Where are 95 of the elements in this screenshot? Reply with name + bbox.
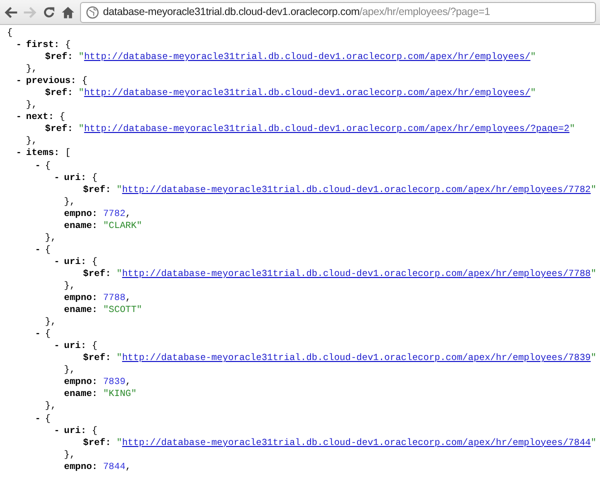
bracket: { — [92, 340, 98, 352]
string-value: "SCOTT" — [103, 304, 142, 316]
number-value: 7788 — [103, 292, 126, 304]
bracket: }, — [64, 364, 76, 376]
quote-mark: " — [116, 436, 122, 448]
json-key: $ref: — [83, 352, 111, 364]
bracket: }, — [64, 196, 76, 207]
url-link[interactable]: http://database-meyoracle31trial.db.cloud-dev1.oraclecorp.com/apex/hr/employees/7782 — [122, 184, 591, 195]
bracket: { — [7, 27, 13, 38]
json-key: empno: — [64, 376, 98, 388]
bracket: { — [82, 75, 88, 86]
json-key: items: — [26, 147, 60, 158]
back-arrow-icon[interactable] — [4, 6, 18, 18]
comma: , — [125, 208, 131, 219]
json-key: $ref: — [83, 184, 111, 195]
collapse-toggle[interactable]: - — [16, 75, 26, 88]
json-key: $ref: — [45, 123, 73, 134]
collapse-toggle[interactable]: - — [16, 39, 26, 52]
url-path: /apex/hr/employees/?page=1 — [360, 6, 490, 18]
url-link[interactable]: http://database-meyoracle31trial.db.cloud-dev1.oraclecorp.com/apex/hr/employees/ — [84, 51, 530, 62]
number-value: 7782 — [103, 208, 126, 219]
json-key: $ref: — [83, 436, 111, 448]
address-bar[interactable]: database-meyoracle31trial.db.cloud-dev1.oraclecorp.com/apex/hr/employees/?page=1 — [80, 2, 596, 22]
collapse-toggle[interactable]: - — [35, 160, 45, 172]
collapse-toggle[interactable]: - — [54, 340, 64, 352]
quote-mark: " — [590, 436, 596, 448]
url-link[interactable]: http://database-meyoracle31trial.db.cloud-dev1.oraclecorp.com/apex/hr/employees/7844 — [122, 436, 591, 448]
collapse-toggle[interactable]: - — [16, 147, 26, 160]
json-key: $ref: — [83, 268, 111, 279]
collapse-toggle[interactable]: - — [54, 424, 64, 437]
url-host: database-meyoracle31trial.db.cloud-dev1.oraclecorp.com — [103, 6, 360, 18]
string-value: "KING" — [103, 388, 137, 400]
url-link[interactable]: http://database-meyoracle31trial.db.cloud-dev1.oraclecorp.com/apex/hr/employees/7839 — [122, 352, 591, 364]
bracket: { — [92, 424, 98, 436]
json-key: next: — [26, 111, 54, 122]
url-link[interactable]: http://database-meyoracle31trial.db.cloud-dev1.oraclecorp.com/apex/hr/employees/7788 — [122, 268, 591, 279]
bracket: }, — [26, 99, 38, 110]
comma: , — [125, 292, 131, 304]
bracket: [ — [65, 147, 71, 158]
bracket: }, — [64, 448, 76, 460]
json-key: ename: — [64, 388, 98, 400]
comma: , — [125, 460, 131, 472]
json-key: previous: — [26, 75, 76, 86]
collapse-toggle[interactable]: - — [35, 328, 45, 340]
bracket: { — [45, 328, 51, 340]
home-icon[interactable] — [61, 6, 75, 18]
reload-icon[interactable] — [42, 6, 56, 18]
quote-mark: " — [116, 352, 122, 364]
json-key: $ref: — [45, 51, 73, 62]
quote-mark: " — [530, 51, 536, 62]
json-key: uri: — [64, 256, 86, 267]
json-key: uri: — [64, 340, 86, 352]
json-key: uri: — [64, 172, 86, 183]
url-link[interactable]: http://database-meyoracle31trial.db.cloud-dev1.oraclecorp.com/apex/hr/employees/ — [84, 87, 530, 98]
json-key: empno: — [64, 292, 98, 304]
json-key: empno: — [64, 208, 98, 219]
string-value: "CLARK" — [103, 220, 142, 231]
collapse-toggle[interactable]: - — [54, 172, 64, 184]
quote-mark: " — [530, 87, 536, 98]
collapse-toggle[interactable]: - — [16, 111, 26, 124]
json-key: $ref: — [45, 87, 73, 98]
quote-mark: " — [590, 268, 596, 279]
json-key: uri: — [64, 424, 86, 436]
quote-mark: " — [116, 184, 122, 195]
quote-mark: " — [590, 352, 596, 364]
bracket: }, — [26, 63, 38, 74]
json-key: ename: — [64, 304, 98, 316]
bracket: }, — [64, 280, 76, 291]
quote-mark: " — [590, 184, 596, 195]
quote-mark: " — [78, 51, 84, 62]
number-value: 7839 — [103, 376, 126, 388]
bracket: { — [92, 172, 98, 183]
quote-mark: " — [116, 268, 122, 279]
number-value: 7844 — [103, 460, 126, 472]
bracket: { — [60, 111, 66, 122]
comma: , — [125, 376, 131, 388]
json-key: first: — [26, 39, 60, 50]
bracket: { — [92, 256, 98, 267]
collapse-toggle[interactable]: - — [35, 412, 45, 425]
bracket: { — [45, 244, 51, 255]
collapse-toggle[interactable]: - — [54, 256, 64, 268]
bracket: }, — [45, 232, 56, 243]
bracket: { — [65, 39, 71, 50]
url-link[interactable]: http://database-meyoracle31trial.db.cloud-dev1.oraclecorp.com/apex/hr/employees/?page=2 — [84, 123, 570, 134]
bracket: { — [45, 412, 51, 424]
bracket: { — [45, 160, 51, 171]
bracket: }, — [45, 400, 56, 412]
json-key: ename: — [64, 220, 98, 231]
quote-mark: " — [78, 87, 84, 98]
quote-mark: " — [78, 123, 84, 134]
bracket: }, — [26, 135, 38, 146]
quote-mark: " — [569, 123, 576, 134]
bracket: }, — [45, 316, 56, 328]
collapse-toggle[interactable]: - — [35, 244, 45, 256]
json-key: empno: — [64, 460, 98, 472]
